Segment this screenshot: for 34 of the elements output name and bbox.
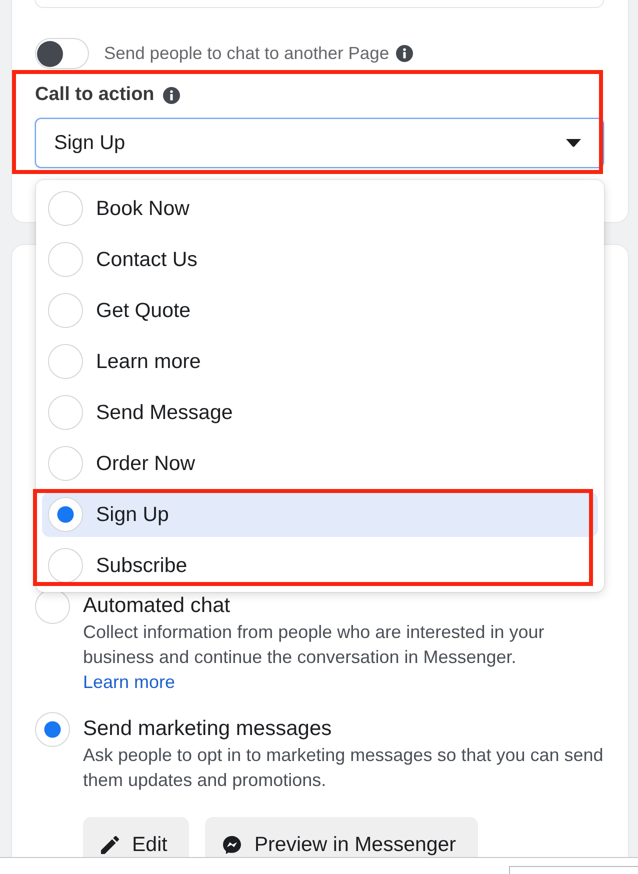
call-to-action-select[interactable]: Sign Up — [35, 118, 604, 168]
edit-button[interactable]: Edit — [83, 816, 190, 859]
menu-option[interactable]: Subscribe — [42, 543, 598, 588]
option-title: Send marketing messages — [83, 717, 333, 742]
radio-icon — [48, 446, 83, 481]
preview-button[interactable]: Preview in Messenger — [205, 816, 478, 859]
radio-icon — [48, 395, 83, 430]
toggle-label: Send people to chat to another Page — [104, 43, 390, 64]
option-description: Collect information from people who are interested in your business and continue the conversation in Messenger. Learn more — [83, 621, 546, 694]
radio-button[interactable] — [35, 712, 70, 748]
radio-button[interactable] — [35, 589, 70, 624]
radio-icon — [48, 548, 83, 583]
menu-option[interactable]: Sign Up — [42, 492, 598, 537]
radio-icon — [48, 293, 83, 328]
chat-bubble-icon — [223, 836, 242, 854]
radio-icon — [48, 344, 83, 379]
caret-icon — [566, 139, 581, 147]
menu-option[interactable]: Book Now — [42, 186, 598, 231]
radio-icon — [48, 191, 83, 226]
radio-icon — [48, 497, 83, 532]
toggle-switch[interactable] — [35, 38, 89, 69]
menu-option[interactable]: Get Quote — [42, 288, 598, 333]
option-description: Ask people to opt in to marketing messages so that you can send them updates and promotions. — [83, 744, 604, 792]
menu-option[interactable]: Learn more — [42, 339, 598, 384]
option-title: Automated chat — [83, 594, 232, 618]
info-icon[interactable] — [163, 86, 180, 104]
learn-more-link[interactable]: Learn more — [83, 672, 176, 692]
menu-option[interactable]: Send Message — [42, 390, 598, 435]
menu-option[interactable]: Order Now — [42, 441, 598, 486]
radio-icon — [48, 242, 83, 277]
field-label: Call to action — [35, 84, 154, 106]
pencil-icon — [101, 836, 119, 854]
menu-option[interactable]: Contact Us — [42, 237, 598, 282]
info-icon[interactable] — [396, 45, 414, 62]
